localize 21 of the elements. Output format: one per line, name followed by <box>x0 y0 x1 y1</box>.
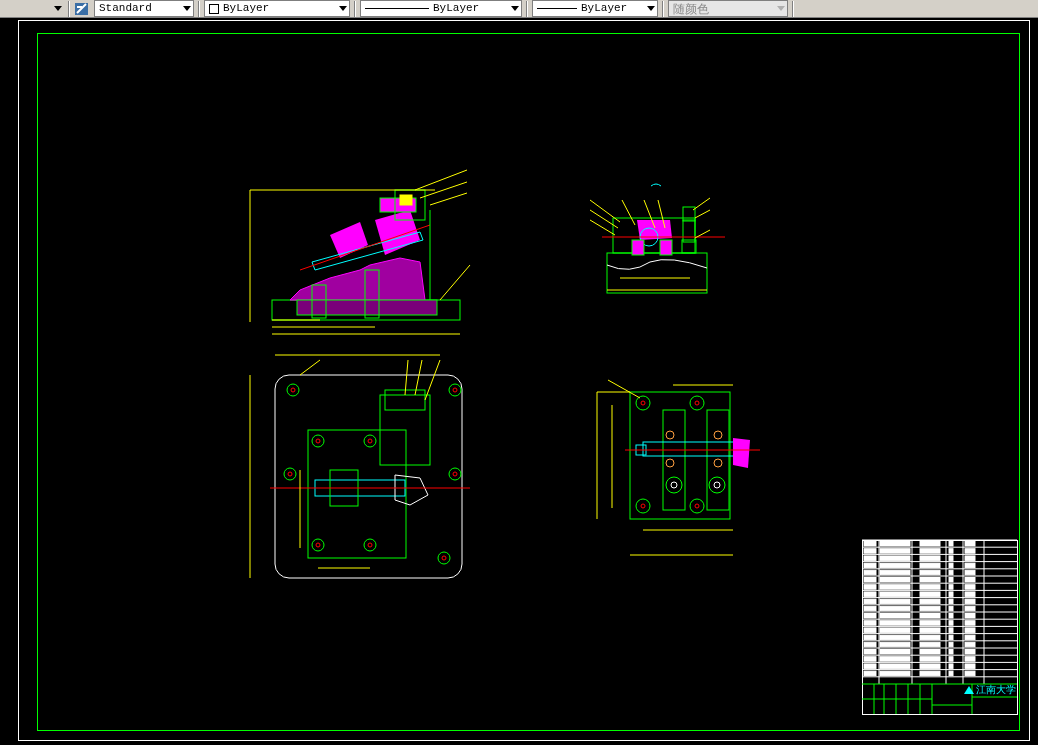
triangle-logo-icon <box>964 686 974 694</box>
line-sample-icon <box>365 7 429 10</box>
caret-icon <box>339 6 347 11</box>
caret-icon <box>647 6 655 11</box>
dropdown-value: ByLayer <box>581 1 628 17</box>
school-name: 江南大学 <box>976 684 1016 695</box>
toolbar-dropdown[interactable]: ByLayer <box>360 0 522 17</box>
dropdown-value: ByLayer <box>223 1 270 17</box>
toolbar-dropdown[interactable]: ByLayer <box>532 0 658 17</box>
caret-icon <box>511 6 519 11</box>
caret-icon <box>54 6 62 11</box>
text-style-icon[interactable] <box>74 1 90 16</box>
toolbar-dropdown[interactable]: ByLayer <box>204 0 350 17</box>
line-sample-icon <box>537 7 577 10</box>
dropdown-value: Standard <box>99 1 152 17</box>
caret-icon <box>777 6 785 11</box>
dropdown-value: 随颜色 <box>673 0 709 18</box>
toolbar-dropdown[interactable]: Standard <box>94 0 194 17</box>
dropdown-value: ByLayer <box>433 1 480 17</box>
color-swatch-icon <box>209 3 219 14</box>
caret-icon <box>183 6 191 11</box>
